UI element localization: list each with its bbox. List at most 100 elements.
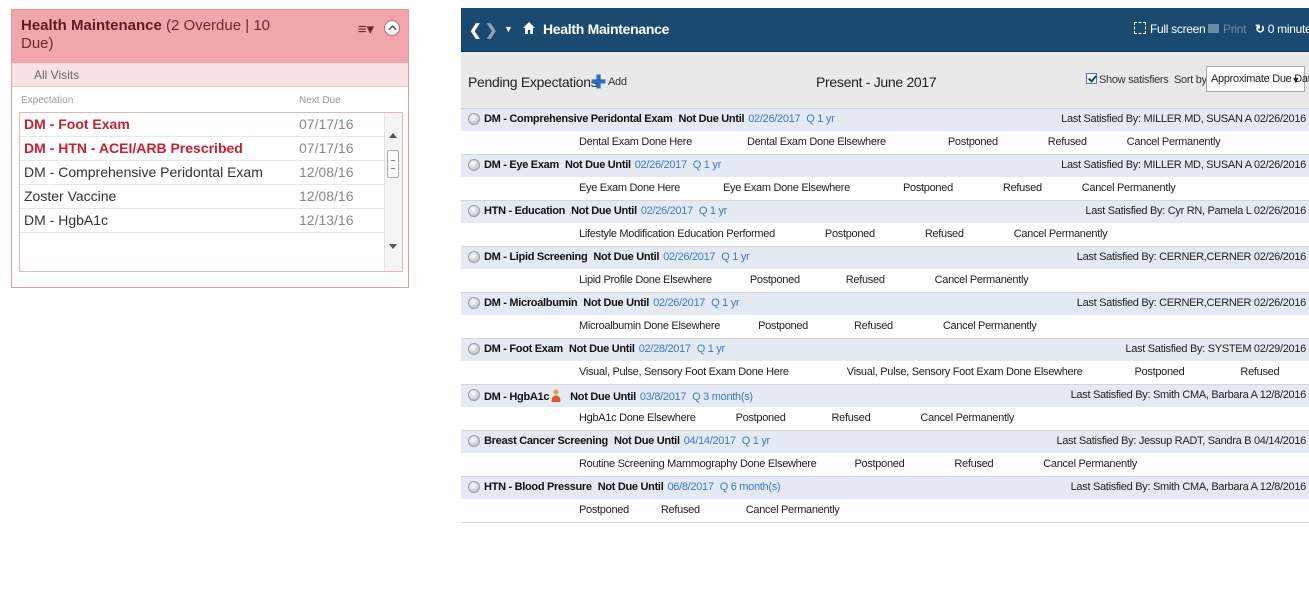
expectation-name[interactable]: DM - Comprehensive Peridontal Exam [484, 113, 673, 125]
action-link[interactable]: Cancel Permanently [1043, 458, 1137, 470]
home-icon[interactable] [522, 21, 536, 35]
scroll-up-icon[interactable] [389, 133, 397, 138]
status-circle-icon[interactable] [468, 297, 480, 309]
widget-row[interactable]: Zoster Vaccine 12/08/16 [20, 185, 384, 209]
back-icon[interactable]: ❮ [469, 21, 482, 39]
action-link[interactable]: Visual, Pulse, Sensory Foot Exam Done He… [579, 366, 789, 378]
action-link[interactable]: Visual, Pulse, Sensory Foot Exam Done El… [847, 366, 1083, 378]
expectation-name[interactable]: HTN - Blood Pressure [484, 481, 592, 493]
widget-title[interactable]: Health Maintenance (2 Overdue | 10 Due) [21, 17, 301, 53]
status-circle-icon[interactable] [468, 343, 480, 355]
action-link[interactable]: Lipid Profile Done Elsewhere [579, 274, 712, 286]
action-link[interactable]: Refused [1240, 366, 1279, 378]
expectation-name[interactable]: DM - Eye Exam [484, 159, 559, 171]
action-link[interactable]: Refused [1048, 136, 1087, 148]
collapse-icon[interactable] [384, 20, 400, 36]
status-circle-icon[interactable] [468, 251, 480, 263]
action-link[interactable]: Cancel Permanently [1127, 136, 1221, 148]
expectation-name[interactable]: DM - HgbA1c [484, 391, 549, 403]
action-link[interactable]: Postponed [758, 320, 808, 332]
action-link[interactable]: Dental Exam Done Here [579, 136, 692, 148]
expectation-name[interactable]: DM - Microalbumin [484, 297, 578, 309]
status-circle-icon[interactable] [468, 481, 480, 493]
history-dropdown-icon[interactable]: ▼ [504, 24, 513, 34]
visit-filter[interactable]: All Visits [12, 63, 408, 87]
sort-by-select[interactable]: Approximate Due Date ▼ [1206, 66, 1309, 92]
due-date-link[interactable]: 06/8/2017 [667, 481, 714, 493]
action-link[interactable]: Eye Exam Done Elsewhere [723, 182, 850, 194]
action-link[interactable]: Lifestyle Modification Education Perform… [579, 228, 775, 240]
chevron-down-icon: ▼ [1291, 75, 1300, 85]
action-link[interactable]: Postponed [948, 136, 998, 148]
widget-row[interactable]: DM - Comprehensive Peridontal Exam 12/08/… [20, 161, 384, 185]
expectation-name[interactable]: DM - Lipid Screening [484, 251, 588, 263]
due-date-link[interactable]: 02/26/2017 [641, 205, 693, 217]
due-date-link[interactable]: 02/28/2017 [639, 343, 691, 355]
action-link[interactable]: Cancel Permanently [1014, 228, 1108, 240]
action-link[interactable]: Postponed [903, 182, 953, 194]
action-link[interactable]: Routine Screening Mammography Done Elsew… [579, 458, 817, 470]
due-status-label: Not Due Until [613, 435, 680, 447]
action-link[interactable]: Cancel Permanently [943, 320, 1037, 332]
action-link[interactable]: Refused [846, 274, 885, 286]
last-satisfied-label: Last Satisfied By: CERNER,CERNER 02/26/2… [1076, 251, 1307, 263]
status-circle-icon[interactable] [468, 159, 480, 171]
action-link[interactable]: Cancel Permanently [746, 504, 840, 516]
widget-row-due-date: 07/17/16 [299, 140, 354, 156]
action-link[interactable]: Eye Exam Done Here [579, 182, 680, 194]
expectation-name[interactable]: DM - Foot Exam [484, 343, 563, 355]
add-button[interactable]: Add [608, 76, 627, 88]
action-link[interactable]: Dental Exam Done Elsewhere [747, 136, 886, 148]
refresh-button[interactable]: ↻0 minutes ago [1255, 22, 1309, 36]
due-status-label: Not Due Until [597, 481, 664, 493]
action-link[interactable]: Postponed [750, 274, 800, 286]
action-link[interactable]: Refused [832, 412, 871, 424]
action-link[interactable]: Postponed [855, 458, 905, 470]
expectation-summary: DM - Eye Exam Not Due Until 02/26/2017 Q 1 … [484, 159, 721, 171]
action-link[interactable]: Cancel Permanently [1082, 182, 1176, 194]
action-link[interactable]: Refused [1003, 182, 1042, 194]
due-date-link[interactable]: 04/14/2017 [684, 435, 736, 447]
action-link[interactable]: Postponed [736, 412, 786, 424]
add-icon[interactable]: ✚ [591, 73, 606, 91]
expectation-name[interactable]: HTN - Education [484, 205, 565, 217]
refresh-icon: ↻ [1255, 22, 1265, 36]
action-link[interactable]: Refused [661, 504, 700, 516]
action-link[interactable]: Refused [854, 320, 893, 332]
sort-by-label: Sort by: [1174, 74, 1210, 86]
show-satisfiers-checkbox[interactable] [1086, 73, 1097, 84]
status-circle-icon[interactable] [468, 389, 480, 401]
expectation-summary: DM - Comprehensive Peridontal Exam Not Du… [484, 113, 835, 125]
forward-icon[interactable]: ❯ [485, 21, 498, 39]
status-circle-icon[interactable] [468, 205, 480, 217]
widget-row-due-date: 07/17/16 [299, 116, 354, 132]
last-satisfied-label: Last Satisfied By: Smith CMA, Barbara A … [1070, 389, 1307, 401]
action-link[interactable]: HgbA1c Done Elsewhere [579, 412, 696, 424]
due-date-link[interactable]: 02/26/2017 [653, 297, 705, 309]
status-circle-icon[interactable] [468, 435, 480, 447]
action-link[interactable]: Postponed [579, 504, 629, 516]
widget-row[interactable]: DM - Foot Exam 07/17/16 [20, 113, 384, 137]
action-link[interactable]: Microalbumin Done Elsewhere [579, 320, 720, 332]
widget-row[interactable]: DM - HgbA1c 12/13/16 [20, 209, 384, 233]
due-date-link[interactable]: 02/26/2017 [748, 113, 800, 125]
due-date-link[interactable]: 02/26/2017 [635, 159, 687, 171]
expectation-name[interactable]: Breast Cancer Screening [484, 435, 608, 447]
widget-scrollbar[interactable] [384, 113, 402, 271]
show-satisfiers-label[interactable]: Show satisfiers [1099, 74, 1169, 86]
widget-row[interactable]: DM - HTN - ACEI/ARB Prescribed 07/17/16 [20, 137, 384, 161]
scrollbar-thumb[interactable] [387, 150, 399, 178]
due-date-link[interactable]: 03/8/2017 [640, 391, 687, 403]
fullscreen-button[interactable]: Full screen [1134, 22, 1206, 36]
action-link[interactable]: Postponed [1135, 366, 1185, 378]
scroll-down-icon[interactable] [389, 244, 397, 249]
status-circle-icon[interactable] [468, 113, 480, 125]
action-link[interactable]: Cancel Permanently [920, 412, 1014, 424]
expectation-actions: Routine Screening Mammography Done Elsew… [579, 458, 1137, 470]
action-link[interactable]: Refused [925, 228, 964, 240]
widget-menu-icon[interactable]: ≡▾ [358, 20, 374, 38]
action-link[interactable]: Cancel Permanently [935, 274, 1029, 286]
due-date-link[interactable]: 02/26/2017 [663, 251, 715, 263]
action-link[interactable]: Refused [954, 458, 993, 470]
action-link[interactable]: Postponed [825, 228, 875, 240]
